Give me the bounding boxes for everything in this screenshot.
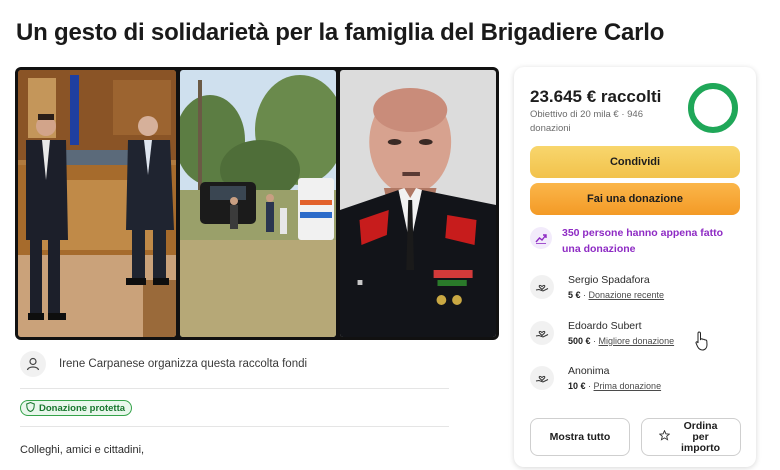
donor-amount: 10 € <box>568 381 586 391</box>
trend-text: 350 persone hanno appena fatto una donaz… <box>562 227 724 255</box>
donor-amount: 500 € <box>568 336 591 346</box>
donor-name: Anonima <box>568 365 610 377</box>
goal-text: Obiettivo di 20 mila € · 946 donazioni <box>530 109 644 134</box>
share-button[interactable]: Condividi <box>530 146 740 178</box>
donor-item: Anonima 10 € · Prima donazione <box>530 365 661 391</box>
donor-note-link[interactable]: Prima donazione <box>594 381 662 391</box>
progress-ring <box>686 81 740 135</box>
photo-gallery[interactable] <box>15 67 499 340</box>
trend-up-icon <box>530 227 552 249</box>
donor-name: Sergio Spadafora <box>568 274 650 286</box>
divider <box>20 426 449 427</box>
heart-hand-icon <box>530 275 554 299</box>
divider <box>20 388 449 389</box>
donation-card: 23.645 € raccolti Obiettivo di 20 mila €… <box>514 67 756 467</box>
recent-donations-trend: 350 persone hanno appena fatto una donaz… <box>530 225 734 257</box>
donor-note-link[interactable]: Migliore donazione <box>599 336 675 346</box>
photo-scene[interactable] <box>180 70 336 337</box>
donor-name: Edoardo Subert <box>568 320 642 332</box>
organizer-text: Irene Carpanese organizza questa raccolt… <box>59 358 308 370</box>
story-intro: Colleghi, amici e cittadini, <box>20 444 145 456</box>
donate-button[interactable]: Fai una donazione <box>530 183 740 215</box>
badge-label: Donazione protetta <box>39 402 126 414</box>
donor-note-link[interactable]: Donazione recente <box>589 290 665 300</box>
star-icon <box>658 429 670 444</box>
shield-icon <box>26 401 35 415</box>
donor-item: Edoardo Subert 500 € · Migliore donazion… <box>530 320 674 346</box>
photo-portrait[interactable] <box>340 70 496 337</box>
sort-label: Ordina per importo <box>680 419 721 454</box>
sort-by-amount-button[interactable]: Ordina per importo <box>641 418 741 456</box>
user-icon <box>20 351 46 377</box>
heart-hand-icon <box>530 366 554 390</box>
page-title: Un gesto di solidarietà per la famiglia … <box>16 19 665 46</box>
amount-raised: 23.645 € raccolti <box>530 87 662 106</box>
photo-hall[interactable] <box>18 70 176 337</box>
show-all-button[interactable]: Mostra tutto <box>530 418 630 456</box>
heart-hand-icon <box>530 321 554 345</box>
protected-donation-badge[interactable]: Donazione protetta <box>20 400 133 416</box>
pointer-cursor-icon <box>695 331 709 351</box>
donor-amount: 5 € <box>568 290 581 300</box>
organizer-row: Irene Carpanese organizza questa raccolt… <box>20 351 307 377</box>
donor-item: Sergio Spadafora 5 € · Donazione recente <box>530 274 664 300</box>
